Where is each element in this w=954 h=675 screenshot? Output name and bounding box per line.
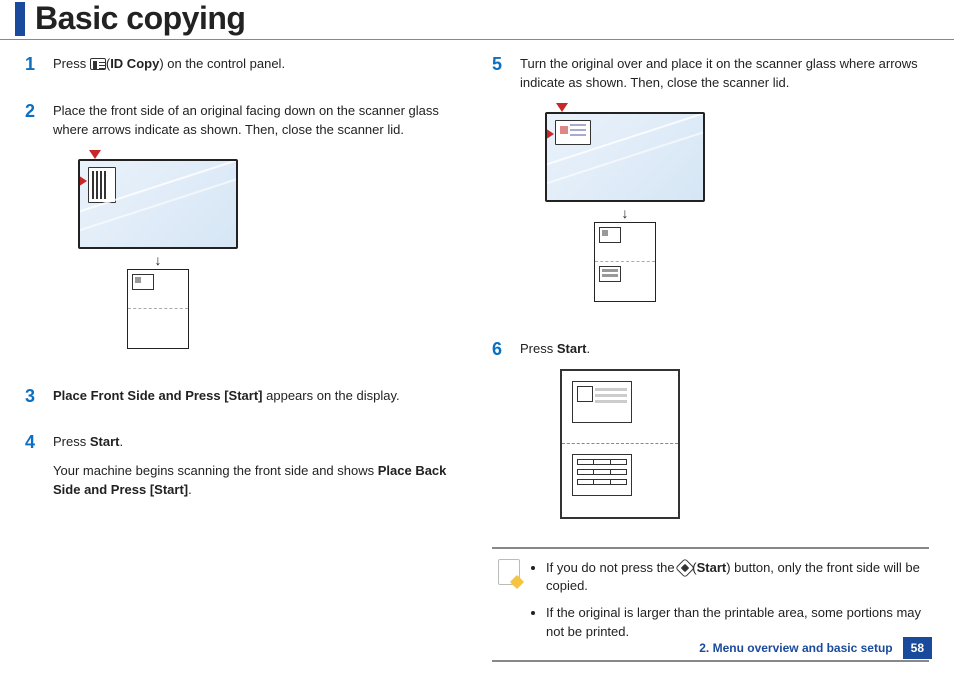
mini-card-back-icon (599, 266, 621, 282)
id-copy-icon (90, 58, 106, 70)
step1-bold: ID Copy (110, 56, 159, 71)
step-5: 5 Turn the original over and place it on… (492, 55, 929, 322)
step4-f: . (188, 482, 192, 497)
page-number: 58 (903, 637, 932, 659)
flow-arrow-icon: ↓ (622, 206, 629, 220)
scanner-glass (545, 112, 705, 202)
scanner-diagram-front: ↓ (73, 150, 243, 349)
step4-c: . (119, 434, 123, 449)
scanner-diagram-back: ↓ (540, 103, 710, 302)
result-diagram (560, 369, 929, 519)
step6-a: Press (520, 341, 557, 356)
step-6: 6 Press Start. (492, 340, 929, 529)
scanner-glass (78, 159, 238, 249)
note-icon (498, 559, 520, 585)
step-4: 4 Press Start. Your machine begins scann… (25, 433, 462, 510)
step5-text: Turn the original over and place it on t… (520, 55, 929, 93)
step-number: 5 (492, 55, 506, 322)
result-card-front-icon (572, 381, 632, 423)
step4-d: Your machine begins scanning the front s… (53, 463, 378, 478)
step3-bold: Place Front Side and Press [Start] (53, 388, 263, 403)
note-bullet-1: If you do not press the (Start) button, … (546, 559, 923, 597)
output-paper (594, 222, 656, 302)
step4-a: Press (53, 434, 90, 449)
page-footer: 2. Menu overview and basic setup 58 (699, 637, 932, 659)
mini-card-front-icon (599, 227, 621, 243)
step-number: 4 (25, 433, 39, 510)
right-column: 5 Turn the original over and place it on… (492, 55, 929, 662)
step4-b: Start (90, 434, 120, 449)
step1-text-a: Press (53, 56, 90, 71)
step-number: 3 (25, 387, 39, 416)
step6-b: Start (557, 341, 587, 356)
step-2: 2 Place the front side of an original fa… (25, 102, 462, 369)
mini-card-front-icon (132, 274, 154, 290)
step-body: Press Start. (520, 340, 929, 529)
note1-a: If you do not press the (546, 560, 678, 575)
step1-text-c: ) on the control panel. (159, 56, 285, 71)
content-columns: 1 Press (ID Copy) on the control panel. … (0, 40, 954, 662)
step2-text: Place the front side of an original faci… (53, 102, 462, 140)
step-body: Press (ID Copy) on the control panel. (53, 55, 462, 84)
step-body: Turn the original over and place it on t… (520, 55, 929, 322)
page-title: Basic copying (35, 0, 245, 37)
step-body: Place Front Side and Press [Start] appea… (53, 387, 462, 416)
step-3: 3 Place Front Side and Press [Start] app… (25, 387, 462, 416)
step-1: 1 Press (ID Copy) on the control panel. (25, 55, 462, 84)
step-body: Place the front side of an original faci… (53, 102, 462, 369)
step-number: 1 (25, 55, 39, 84)
step-number: 6 (492, 340, 506, 529)
step3-text: appears on the display. (263, 388, 400, 403)
start-icon (675, 558, 695, 578)
chapter-label: 2. Menu overview and basic setup (699, 641, 892, 655)
result-paper (560, 369, 680, 519)
step-number: 2 (25, 102, 39, 369)
note1-b: Start (697, 560, 727, 575)
header-accent-block (15, 2, 25, 36)
flow-arrow-icon: ↓ (155, 253, 162, 267)
step6-c: . (586, 341, 590, 356)
arrow-down-icon (89, 150, 101, 159)
step-body: Press Start. Your machine begins scannin… (53, 433, 462, 510)
arrow-right-icon (545, 128, 554, 140)
page-header: Basic copying (0, 0, 954, 40)
output-paper (127, 269, 189, 349)
arrow-down-icon (556, 103, 568, 112)
left-column: 1 Press (ID Copy) on the control panel. … (25, 55, 462, 662)
id-card-on-glass (88, 167, 116, 203)
result-card-back-icon (572, 454, 632, 496)
id-card-back-on-glass (555, 120, 591, 145)
arrow-right-icon (78, 175, 87, 187)
